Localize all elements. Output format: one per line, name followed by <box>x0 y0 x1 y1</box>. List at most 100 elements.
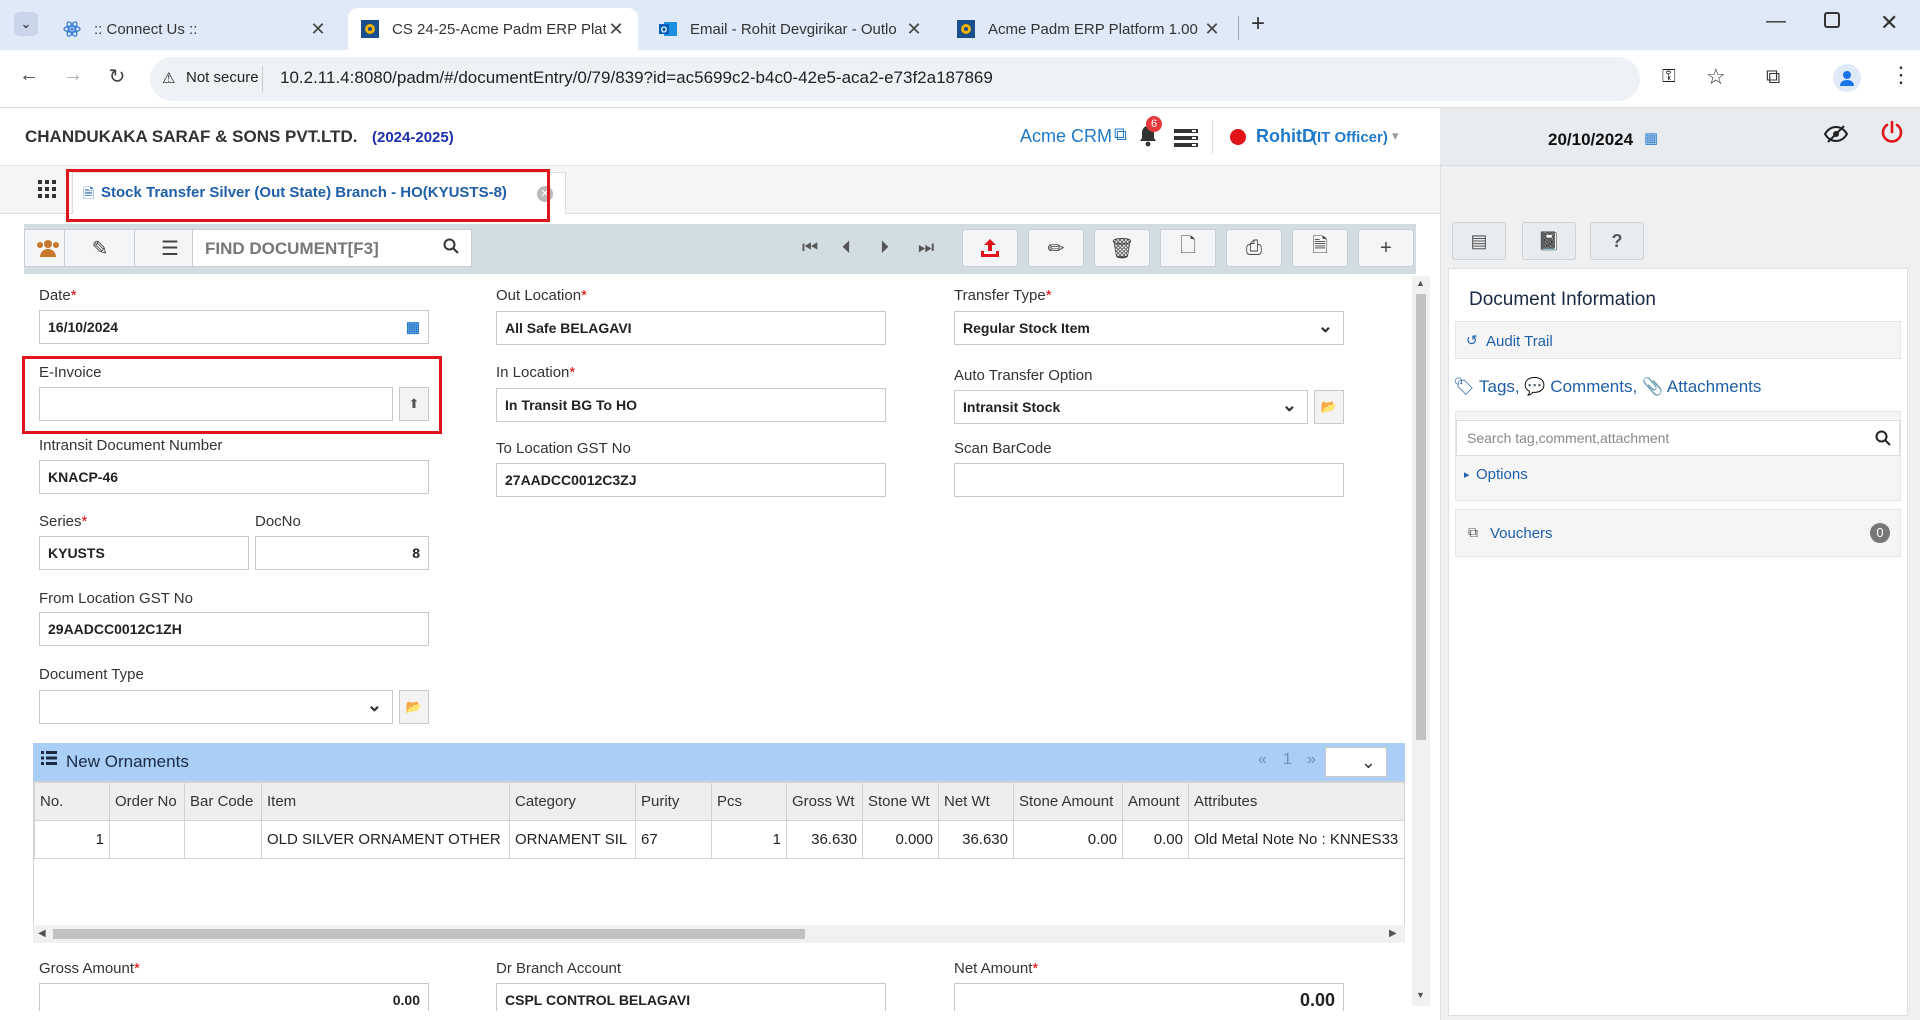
browser-tab-connect[interactable]: :: Connect Us :: ✕ <box>50 8 340 50</box>
from-gst-field[interactable]: 29AADCC0012C1ZH <box>39 612 429 646</box>
folder-icon[interactable]: 📂 <box>1314 390 1344 424</box>
cell-stone-amount[interactable]: 0.00 <box>1013 820 1123 859</box>
column-header[interactable]: Purity <box>635 782 712 821</box>
caret-right-icon[interactable]: ▸ <box>1464 468 1470 481</box>
column-header[interactable]: Stone Wt <box>862 782 939 821</box>
pager-prev[interactable]: « <box>1258 751 1267 769</box>
cell-purity[interactable]: 67 <box>635 820 712 859</box>
back-icon[interactable]: ← <box>14 64 44 87</box>
stack-menu-icon[interactable] <box>1174 128 1198 152</box>
browser-menu-icon[interactable]: ⋮ <box>1890 62 1912 88</box>
url-text[interactable]: 10.2.11.4:8080/padm/#/documentEntry/0/79… <box>280 68 993 88</box>
edit-form-button[interactable]: ✎ <box>64 229 136 267</box>
browser-tab-outlook[interactable]: O Email - Rohit Devgirikar - Outlo ✕ <box>646 8 936 50</box>
tag-search-input[interactable]: Search tag,comment,attachment <box>1456 420 1900 456</box>
doctype-select[interactable] <box>39 690 393 724</box>
out-location-field[interactable]: All Safe BELAGAVI <box>496 311 886 345</box>
profile-avatar[interactable] <box>1833 64 1861 92</box>
new-document-button[interactable]: 🗎 <box>1292 229 1348 267</box>
browser-tab-erp[interactable]: Acme Padm ERP Platform 1.00 ✕ <box>944 8 1234 50</box>
search-icon[interactable] <box>1875 430 1891 450</box>
pager-next[interactable]: » <box>1307 751 1316 769</box>
external-link-icon[interactable]: ⧉ <box>1114 124 1127 145</box>
auto-transfer-select[interactable]: Intransit Stock <box>954 390 1308 424</box>
bookmark-star-icon[interactable]: ☆ <box>1706 64 1726 90</box>
power-icon[interactable] <box>1880 120 1904 148</box>
form-scrollbar[interactable]: ▲ ▼ <box>1412 276 1430 1006</box>
column-header[interactable]: Gross Wt <box>786 782 863 821</box>
scrollbar-thumb[interactable] <box>1416 294 1426 740</box>
window-close-button[interactable]: ✕ <box>1880 10 1898 36</box>
column-header[interactable]: No. <box>34 782 110 821</box>
cell-amount[interactable]: 0.00 <box>1122 820 1189 859</box>
book-tab-icon[interactable]: 📓 <box>1522 222 1576 260</box>
cell-bar-code[interactable] <box>184 820 262 859</box>
cell-pcs[interactable]: 1 <box>711 820 787 859</box>
minimize-button[interactable]: — <box>1766 10 1786 33</box>
page-size-select[interactable] <box>1325 747 1387 777</box>
column-header[interactable]: Pcs <box>711 782 787 821</box>
browser-tab-erp-active[interactable]: CS 24-25-Acme Padm ERP Platf ✕ <box>348 8 638 50</box>
find-document-input[interactable]: FIND DOCUMENT[F3] <box>192 229 472 267</box>
apps-grid-icon[interactable] <box>38 180 56 202</box>
pager-page[interactable]: 1 <box>1283 751 1292 769</box>
calendar-icon[interactable]: ▦ <box>1644 129 1658 147</box>
restore-button[interactable] <box>1824 12 1840 28</box>
forward-icon[interactable]: → <box>58 64 88 87</box>
tags-link[interactable]: Tags, <box>1479 377 1520 396</box>
pencil-button[interactable]: ✏ <box>1028 229 1084 267</box>
vouchers-row[interactable]: ⧉ Vouchers 0 <box>1455 509 1901 557</box>
close-icon[interactable]: ✕ <box>606 19 626 40</box>
info-tab-icon[interactable]: ▤ <box>1452 222 1506 260</box>
column-header[interactable]: Stone Amount <box>1013 782 1123 821</box>
upload-button[interactable] <box>962 229 1018 267</box>
audit-trail-link[interactable]: Audit Trail <box>1486 333 1553 350</box>
column-header[interactable]: Item <box>261 782 510 821</box>
date-field[interactable]: 16/10/2024 ▦ <box>39 310 429 344</box>
attachments-link[interactable]: Attachments <box>1667 377 1762 396</box>
add-button[interactable]: + <box>1358 229 1414 267</box>
help-tab-icon[interactable]: ? <box>1590 222 1644 260</box>
column-header[interactable]: Amount <box>1122 782 1189 821</box>
transfer-type-select[interactable]: Regular Stock Item <box>954 311 1344 345</box>
cell-stone-wt[interactable]: 0.000 <box>862 820 939 859</box>
key-icon[interactable]: ⚿ <box>1662 66 1676 87</box>
close-icon[interactable]: ✕ <box>904 19 924 40</box>
vouchers-link[interactable]: Vouchers <box>1490 525 1553 542</box>
extensions-icon[interactable]: ⧉ <box>1766 66 1780 89</box>
column-header[interactable]: Bar Code <box>184 782 262 821</box>
grid-horizontal-scrollbar[interactable]: ◀ ▶ <box>33 925 1405 943</box>
cell-item[interactable]: OLD SILVER ORNAMENT OTHER <box>261 820 510 859</box>
comments-link[interactable]: Comments, <box>1550 377 1637 396</box>
crm-link[interactable]: Acme CRM <box>1020 126 1112 147</box>
previous-record-icon[interactable]: ⏴ <box>842 237 851 258</box>
scrollbar-thumb[interactable] <box>53 929 805 939</box>
series-field[interactable]: KYUSTS <box>39 536 249 570</box>
column-header[interactable]: Category <box>509 782 636 821</box>
cell-category[interactable]: ORNAMENT SIL <box>509 820 636 859</box>
next-record-icon[interactable]: ⏵ <box>880 237 889 258</box>
column-header[interactable]: Attributes <box>1188 782 1404 821</box>
scan-barcode-field[interactable] <box>954 463 1344 497</box>
close-icon[interactable]: ✕ <box>1202 19 1222 40</box>
cell-attributes[interactable]: Old Metal Note No : KNNES33 <box>1188 820 1404 859</box>
cell-no[interactable]: 1 <box>34 820 110 859</box>
in-location-field[interactable]: In Transit BG To HO <box>496 388 886 422</box>
search-icon[interactable] <box>443 238 459 259</box>
table-row[interactable]: 1 OLD SILVER ORNAMENT OTHER ORNAMENT SIL… <box>34 820 1404 859</box>
eye-slash-icon[interactable] <box>1823 124 1849 150</box>
print-button[interactable]: ⎙ <box>1226 229 1282 267</box>
delete-button[interactable]: 🗑 <box>1094 229 1150 267</box>
new-tab-button[interactable]: + <box>1244 10 1272 38</box>
column-header[interactable]: Net Wt <box>938 782 1014 821</box>
reload-icon[interactable]: ↻ <box>102 64 132 89</box>
intransit-field[interactable]: KNACP-46 <box>39 460 429 494</box>
cell-gross-wt[interactable]: 36.630 <box>786 820 863 859</box>
cell-order-no[interactable] <box>109 820 185 859</box>
tab-search-icon[interactable]: ⌄ <box>14 12 38 36</box>
cancel-document-button[interactable]: 🗋 <box>1160 229 1216 267</box>
first-record-icon[interactable]: ⏮ <box>802 237 818 258</box>
column-header[interactable]: Order No <box>109 782 185 821</box>
cell-net-wt[interactable]: 36.630 <box>938 820 1014 859</box>
omnibox[interactable]: ⚠ Not secure 10.2.11.4:8080/padm/#/docum… <box>150 57 1676 101</box>
